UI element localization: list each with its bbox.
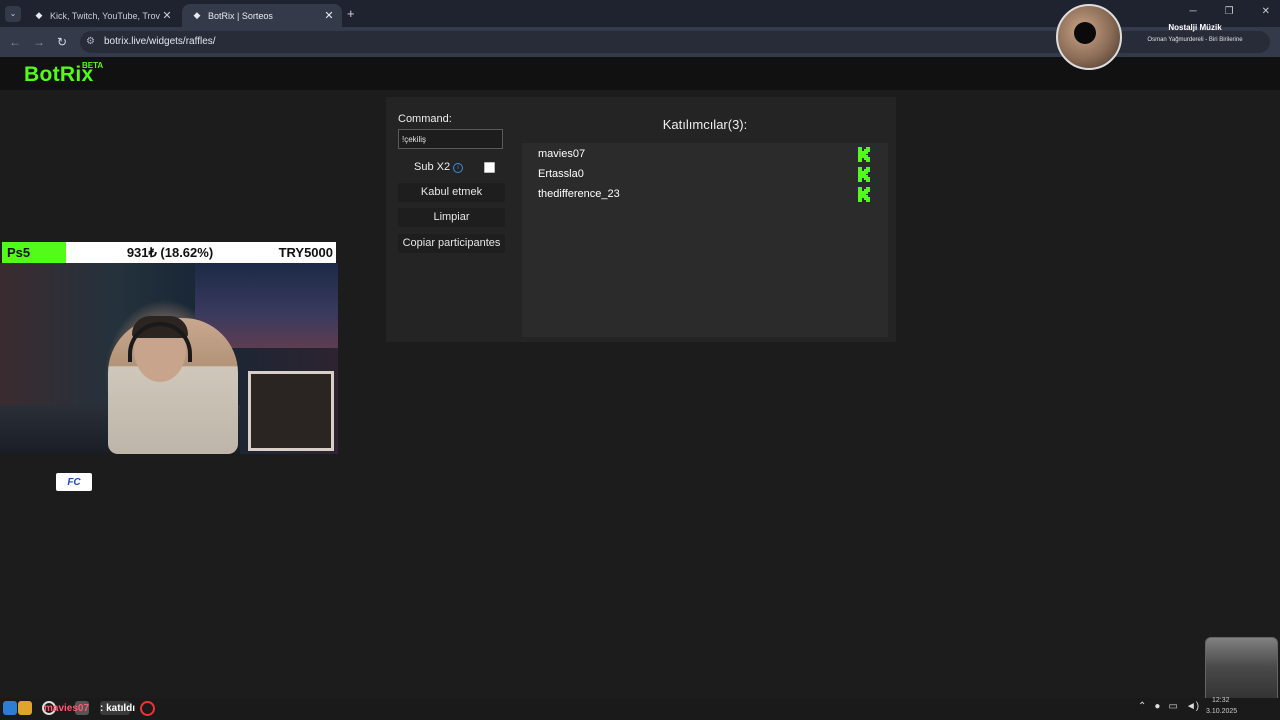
webcam-chalkboard <box>248 371 334 451</box>
microphone-icon[interactable]: ● <box>1154 701 1160 712</box>
clock-date[interactable]: 3.10.2025 <box>1206 708 1237 715</box>
chat-message: : katıldı <box>100 703 135 714</box>
kick-icon <box>858 187 870 202</box>
clear-button[interactable]: Limpiar <box>398 208 505 227</box>
close-tab-icon[interactable]: ✕ <box>160 9 174 22</box>
team-logo-icon: FC <box>56 473 92 491</box>
clock-time[interactable]: 12:32 <box>1212 697 1230 704</box>
tab-title: BotRix | Sorteos <box>208 10 273 21</box>
forward-icon[interactable]: → <box>33 35 45 49</box>
participant-name: mavies07 <box>538 148 586 160</box>
chevron-up-icon[interactable]: ⌃ <box>1138 701 1146 712</box>
site-favicon-icon: ◆ <box>35 10 43 20</box>
taskbar <box>0 698 1280 720</box>
tab-botrix-sorteos[interactable]: ◆ BotRix | Sorteos ✕ <box>182 4 342 27</box>
goal-progress-text: 931₺ (18.62%) <box>126 245 214 260</box>
explorer-icon[interactable] <box>3 701 17 715</box>
participant-row: mavies07 <box>538 146 878 164</box>
goal-target: TRY5000 <box>278 245 333 260</box>
participant-name: Ertassla0 <box>538 168 584 180</box>
participants-title: Katılımcılar(3): <box>662 117 748 132</box>
goal-name: Ps5 <box>7 245 31 260</box>
tab-title: Kick, Twitch, YouTube, Trovo ve <box>50 10 160 21</box>
beta-badge: BETA <box>82 61 104 70</box>
accept-button[interactable]: Kabul etmek <box>398 183 505 202</box>
tab-kick-twitch[interactable]: ◆ Kick, Twitch, YouTube, Trovo ve ✕ <box>24 4 180 27</box>
maximize-icon[interactable]: ❐ <box>1225 6 1234 17</box>
chat-username: mavies07 <box>44 703 90 714</box>
minimize-icon[interactable]: ─ <box>1190 6 1197 17</box>
new-tab-icon[interactable]: + <box>347 6 355 21</box>
system-tray: ⌃ ● ▭ ◄) <box>1138 701 1199 712</box>
tab-search-button[interactable]: ⌄ <box>5 6 21 22</box>
participant-row: thedifference_23 <box>538 186 878 204</box>
copy-participants-button[interactable]: Copiar participantes <box>398 234 505 253</box>
sub-x2-label: Sub X2 <box>414 161 451 173</box>
network-icon[interactable]: ▭ <box>1168 701 1177 712</box>
volume-icon[interactable]: ◄) <box>1186 701 1199 712</box>
back-icon[interactable]: ← <box>9 35 21 49</box>
url-text[interactable]: botrix.live/widgets/raffles/ <box>104 36 216 47</box>
chat-text: katıldı <box>106 703 136 714</box>
media-title: Nostalji Müzik <box>1168 23 1222 32</box>
command-input[interactable] <box>398 129 503 149</box>
close-window-icon[interactable]: ✕ <box>1262 6 1270 17</box>
info-icon[interactable]: i <box>453 163 463 173</box>
media-subtitle: Osman Yağmurdereli - Biri Birilerine <box>1147 37 1243 43</box>
site-favicon-icon: ◆ <box>193 10 201 20</box>
participant-name: thedifference_23 <box>538 188 620 200</box>
recording-app-icon[interactable] <box>140 701 155 716</box>
kick-icon <box>858 147 870 162</box>
window-controls: ─ ❐ ✕ <box>1190 6 1270 17</box>
close-tab-icon[interactable]: ✕ <box>322 9 336 22</box>
command-label: Command: <box>398 113 452 125</box>
sub-x2-checkbox[interactable] <box>484 162 495 173</box>
reload-icon[interactable]: ↻ <box>57 35 67 49</box>
kick-icon <box>858 167 870 182</box>
album-art-detail <box>1074 22 1096 44</box>
site-info-icon[interactable]: ⚙ <box>86 36 95 47</box>
participant-row: Ertassla0 <box>538 166 878 184</box>
folder-icon[interactable] <box>18 701 32 715</box>
